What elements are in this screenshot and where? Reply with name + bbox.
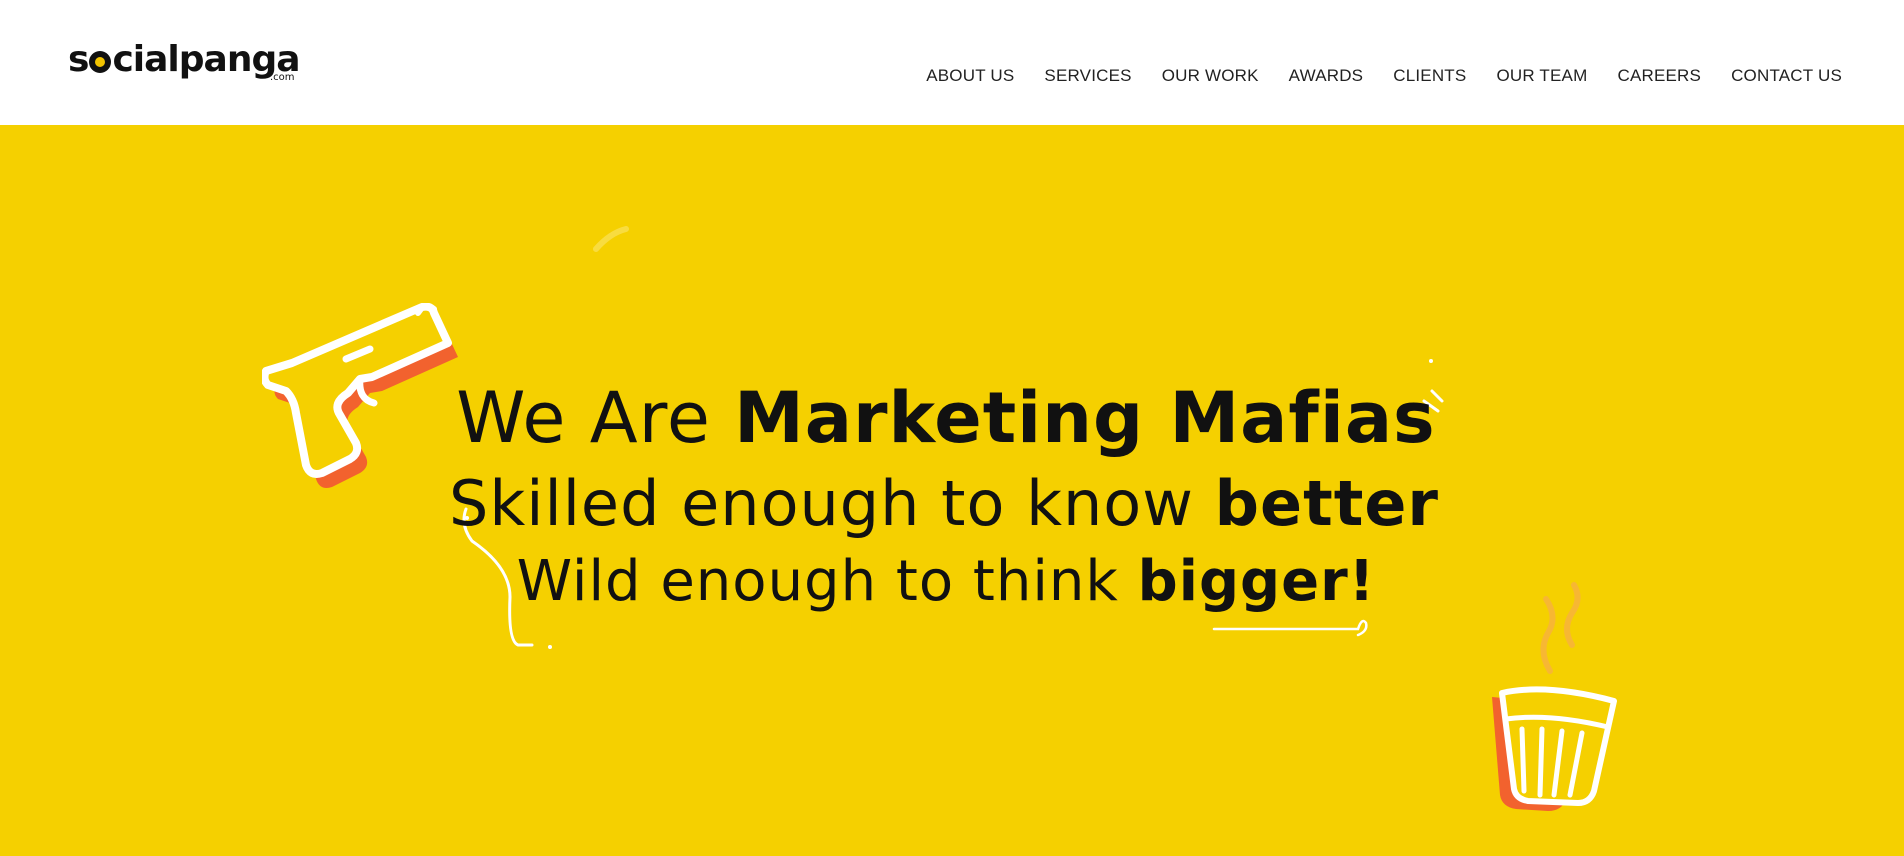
logo-o-icon — [89, 51, 112, 73]
hero-headline-line1: We Are Marketing Mafias — [0, 377, 1898, 459]
nav-careers[interactable]: CAREERS — [1617, 66, 1701, 86]
nav-our-team[interactable]: OUR TEAM — [1496, 66, 1587, 86]
nav-services[interactable]: SERVICES — [1044, 66, 1131, 86]
headline-line1-bold: Marketing Mafias — [734, 377, 1436, 459]
headline-line2-light: Skilled enough to know — [448, 467, 1215, 540]
headline-line3-bold: bigger! — [1137, 549, 1376, 614]
headline-line2-bold: better — [1214, 467, 1439, 540]
nav-awards[interactable]: AWARDS — [1289, 66, 1364, 86]
main-nav: ABOUT US SERVICES OUR WORK AWARDS CLIENT… — [896, 66, 1842, 86]
nav-our-work[interactable]: OUR WORK — [1162, 66, 1259, 86]
faint-wisp-decoration — [593, 226, 629, 252]
headline-line3-light: Wild enough to think — [516, 549, 1138, 614]
nav-contact-us[interactable]: CONTACT US — [1731, 66, 1842, 86]
hero-headline-line2: Skilled enough to know better — [0, 467, 1896, 540]
hero-banner: We Are Marketing Mafias Skilled enough t… — [0, 125, 1904, 856]
underline-flourish-decoration — [1212, 619, 1368, 637]
nav-clients[interactable]: CLIENTS — [1393, 66, 1466, 86]
logo-suffix: .com — [270, 72, 295, 83]
nav-about-us[interactable]: ABOUT US — [926, 66, 1014, 86]
cutting-chai-glass-icon — [1492, 582, 1617, 811]
brand-logo[interactable]: s cialpanga .com — [68, 38, 308, 88]
site-header: s cialpanga .com ABOUT US SERVICES OUR WO… — [0, 0, 1904, 125]
headline-line1-light: We Are — [456, 377, 735, 459]
